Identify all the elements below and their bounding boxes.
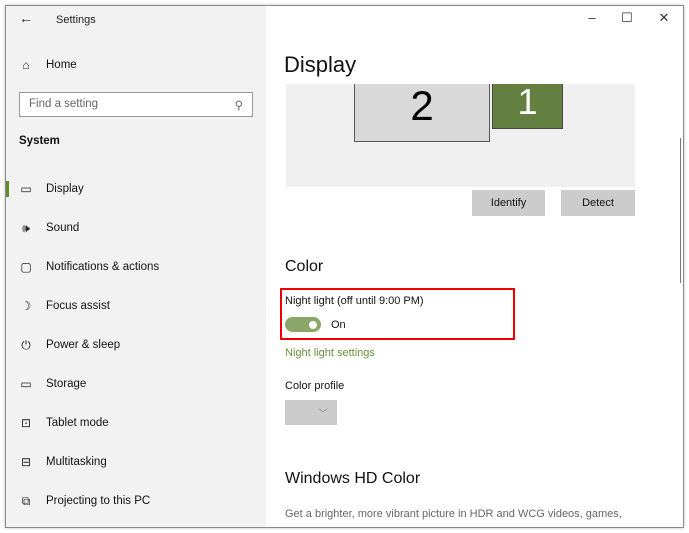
sidebar-item-focus-assist[interactable]: ☽ Focus assist <box>6 289 266 323</box>
monitor-2[interactable]: 2 <box>354 84 490 142</box>
speaker-icon: 🕪 <box>22 220 30 235</box>
label: Tablet mode <box>46 417 109 429</box>
toggle-knob <box>309 320 317 329</box>
label: Storage <box>46 378 87 390</box>
page-title: Display <box>284 52 357 77</box>
color-profile-label: Color profile <box>285 380 345 392</box>
power-icon: ⏻ <box>21 337 31 352</box>
monitor-arrangement: 2 1 <box>286 84 635 187</box>
label: Focus assist <box>46 300 110 312</box>
back-button[interactable]: ← <box>19 10 33 26</box>
moon-icon: ☽ <box>20 299 32 313</box>
label: Power & sleep <box>46 339 121 351</box>
settings-window: ← Settings ⌂ Home Find a setting ⚲ System … <box>5 5 684 528</box>
search-icon: ⚲ <box>234 100 243 112</box>
label: Projecting to this PC <box>46 495 151 507</box>
sidebar: ← Settings ⌂ Home Find a setting ⚲ System … <box>6 6 266 527</box>
storage-icon: ▭ <box>20 377 32 391</box>
close-button[interactable]: ✕ <box>649 10 679 26</box>
sidebar-item-notifications[interactable]: ▢ Notifications & actions <box>6 250 266 284</box>
night-light-toggle[interactable] <box>285 317 321 332</box>
home-label: Home <box>46 59 77 71</box>
label: Sound <box>46 222 80 234</box>
chevron-down-icon: ﹀ <box>318 409 328 420</box>
night-light-label: Night light (off until 9:00 PM) <box>285 295 424 307</box>
search-input[interactable]: Find a setting ⚲ <box>19 92 253 117</box>
sidebar-item-projecting[interactable]: ⧉ Projecting to this PC <box>6 484 266 518</box>
night-light-settings-link[interactable]: Night light settings <box>285 347 375 359</box>
minimize-button[interactable]: – <box>577 10 607 25</box>
sidebar-item-storage[interactable]: ▭ Storage <box>6 367 266 401</box>
sidebar-item-sound[interactable]: 🕪 Sound <box>6 211 266 245</box>
projecting-icon: ⧉ <box>21 493 31 508</box>
tablet-icon: ⊡ <box>20 416 32 430</box>
notification-icon: ▢ <box>20 260 32 274</box>
maximize-button[interactable]: ☐ <box>612 10 642 26</box>
section-title: System <box>19 135 60 147</box>
sidebar-item-display[interactable]: ▭ Display <box>6 172 266 206</box>
label: Multitasking <box>46 456 107 468</box>
color-profile-dropdown[interactable]: ﹀ <box>285 400 337 425</box>
sidebar-item-tablet-mode[interactable]: ⊡ Tablet mode <box>6 406 266 440</box>
multitasking-icon: ⊟ <box>20 455 32 469</box>
sidebar-item-multitasking[interactable]: ⊟ Multitasking <box>6 445 266 479</box>
detect-button[interactable]: Detect <box>561 190 635 216</box>
sidebar-item-power-sleep[interactable]: ⏻ Power & sleep <box>6 328 266 362</box>
hd-color-description: Get a brighter, more vibrant picture in … <box>285 508 622 520</box>
color-heading: Color <box>285 258 324 275</box>
monitor-1[interactable]: 1 <box>492 84 563 129</box>
identify-button[interactable]: Identify <box>472 190 545 216</box>
sidebar-item-home[interactable]: ⌂ Home <box>6 48 266 82</box>
search-placeholder: Find a setting <box>29 98 99 110</box>
scrollbar[interactable] <box>680 138 681 283</box>
home-icon: ⌂ <box>22 58 30 72</box>
night-light-state: On <box>331 319 346 331</box>
label: Display <box>46 183 84 195</box>
window-title: Settings <box>56 14 96 26</box>
monitor-icon: ▭ <box>20 182 32 196</box>
label: Notifications & actions <box>46 261 160 273</box>
hd-color-heading: Windows HD Color <box>285 470 421 487</box>
